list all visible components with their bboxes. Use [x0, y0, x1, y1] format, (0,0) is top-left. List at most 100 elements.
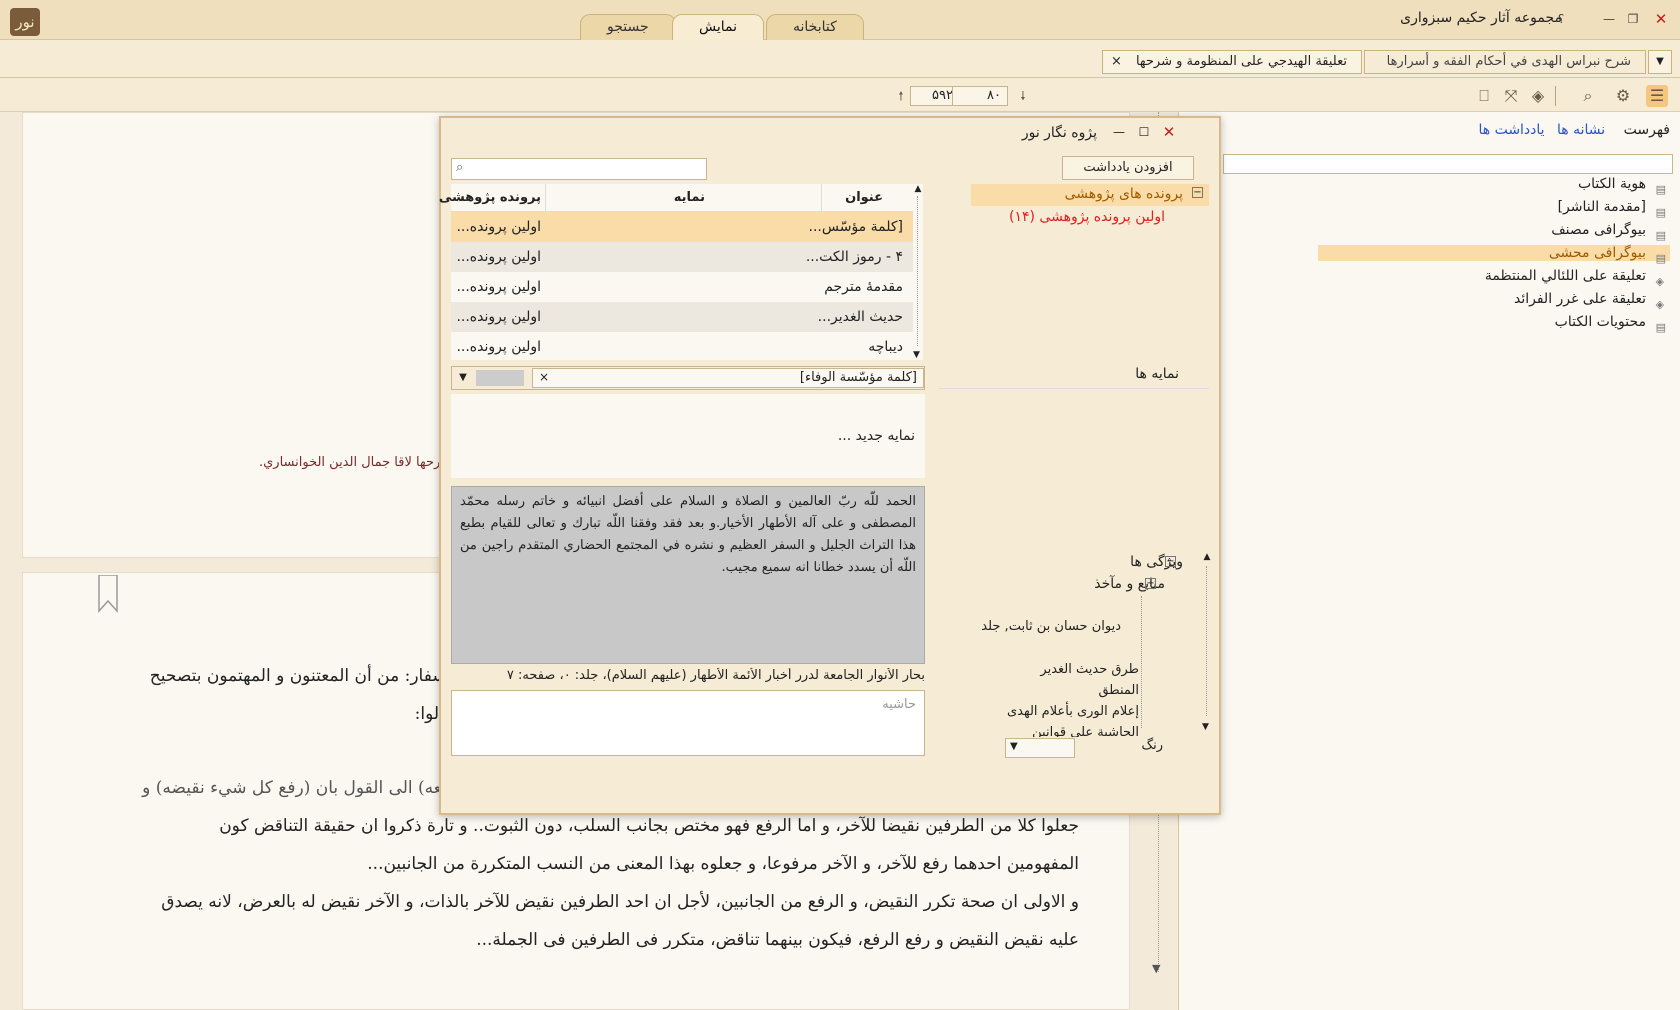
tab-library[interactable]: کتابخانه [766, 14, 864, 40]
scrollbar-track [917, 196, 918, 346]
table-row[interactable]: مقدمهٔ مترجم اولین پرونده... [451, 272, 913, 302]
toc-item-selected[interactable]: بیوگرافی محشی [1318, 245, 1670, 261]
layers-icon[interactable]: ◈ [1527, 85, 1549, 107]
row-title: [كلمة مؤسّس... [808, 219, 903, 235]
toc-search-input[interactable] [1223, 154, 1673, 174]
toc-item[interactable]: تعليقة على اللئالي المنتظمة [1485, 268, 1646, 284]
table-header: عنوان نمایه پرونده پژوهشی [439, 184, 913, 212]
nemayeh-area: نمایه جدید ... [451, 394, 925, 478]
tab-index[interactable]: فهرست [1624, 122, 1670, 138]
collapse-icon[interactable]: − [1192, 187, 1203, 198]
row-file: اولین پرونده... [456, 279, 541, 295]
source-item[interactable]: إعلام الورى بأعلام الهدى [1007, 704, 1139, 719]
color-select[interactable]: ▼ [1005, 738, 1075, 758]
footnote-input[interactable]: حاشیه [451, 690, 925, 756]
toc-item[interactable]: تعليقة على غرر الفرائد [1514, 291, 1646, 307]
research-dialog: ✕ ☐ — پژوه نگار نور ⌕ افزودن یادداشت عنو… [439, 116, 1221, 815]
table-row[interactable]: ديباچه اولین پرونده... [451, 332, 913, 360]
new-nemayeh-link[interactable]: نمایه جدید ... [838, 428, 915, 444]
tab-bookmarks[interactable]: نشانه ها [1557, 122, 1605, 138]
toolbar: 🠕 ۵۹۲ ۸۰ 🠗 ⎕ ⤧ ◈ ⌕ ⚙ ☰ [0, 78, 1680, 112]
minimize-button[interactable]: — [1600, 10, 1618, 28]
row-title: ۴ - رموز الكت... [805, 249, 903, 265]
page-up-icon[interactable]: 🠕 [890, 85, 912, 107]
research-files-root[interactable]: پرونده های پژوهشی − [971, 184, 1209, 206]
doc-tab-inactive[interactable]: شرح نبراس الهدى في أحكام الفقه و أسرارها [1364, 50, 1646, 74]
col-file[interactable]: پرونده پژوهشی [439, 184, 541, 212]
color-label: رنگ [1141, 738, 1163, 753]
document-tabs-bar: × تعليقة الهيدجي على المنظومة و شرحها شر… [0, 40, 1680, 78]
dropdown-icon[interactable]: ▼ [1010, 741, 1018, 752]
row-file: اولین پرونده... [456, 219, 541, 235]
scroll-up-icon[interactable]: ▲ [1201, 552, 1213, 562]
document-icon: ▤ [1655, 252, 1666, 265]
fullscreen-icon[interactable]: ⤧ [1500, 85, 1522, 107]
page-number-input[interactable]: ۸۰ [952, 86, 1008, 106]
source-reference: بحار الأنوار الجامعة لدرر أخبار الأئمة ا… [506, 668, 925, 683]
table-row[interactable]: حديث الغدير... اولین پرونده... [451, 302, 913, 332]
doc-tab-active[interactable]: × تعليقة الهيدجي على المنظومة و شرحها [1102, 50, 1362, 74]
dialog-search-input[interactable]: ⌕ [451, 158, 707, 180]
source-item[interactable]: طرق حديث الغدير [1040, 662, 1139, 677]
dialog-title: پژوه نگار نور [1021, 125, 1097, 141]
research-file-item[interactable]: اولین پرونده پژوهشی (۱۴) [1009, 209, 1165, 225]
source-item[interactable]: ديوان حسان بن ثابت, جلد [981, 619, 1121, 634]
col-title[interactable]: عنوان [845, 184, 883, 212]
paragraph-3-line-1: و الاولى ان صحة تكرر النقيض، و الرفع من … [161, 892, 1079, 912]
list-icon[interactable]: ☰ [1646, 85, 1668, 107]
source-item[interactable]: الحاشية على قوانين [949, 725, 1139, 737]
table-row[interactable]: [كلمة مؤسّس... اولین پرونده... [451, 212, 913, 242]
toc-item[interactable]: محتويات الكتاب [1555, 314, 1646, 330]
scroll-down-icon[interactable]: ▼ [1152, 962, 1160, 975]
toc-item-label: تعليقة على اللئالي المنتظمة [1484, 268, 1646, 284]
selected-note-bar: ▼ × [كلمة مؤسّسة الوفاء] [451, 366, 925, 390]
dialog-maximize-icon[interactable]: ☐ [1134, 122, 1154, 142]
collapse-icon[interactable]: − [1145, 578, 1156, 589]
search-icon[interactable]: ⌕ [1577, 85, 1599, 107]
color-swatch[interactable] [476, 370, 524, 386]
toc-item-label: تعليقة على غرر الفرائد [1513, 291, 1646, 307]
tab-view-label: نمایش [699, 19, 738, 35]
toc-item-label: هوية الكتاب [1577, 176, 1646, 192]
col-divider [821, 184, 822, 212]
notes-table: عنوان نمایه پرونده پژوهشی [كلمة مؤسّس...… [439, 184, 923, 360]
help-button[interactable]: ؟ [1552, 10, 1570, 28]
properties-scrollbar[interactable]: ▲ ▼ [1201, 552, 1213, 732]
doc-tabs-dropdown-icon[interactable]: ▼ [1648, 50, 1672, 74]
tab-view[interactable]: نمایش [672, 14, 765, 40]
panel-tabs: فهرست نشانه ها یادداشت ها [1478, 122, 1670, 138]
dialog-minimize-icon[interactable]: — [1109, 122, 1129, 142]
divider [939, 388, 1209, 389]
bookmark-ribbon-icon[interactable] [97, 574, 119, 613]
dialog-close-icon[interactable]: ✕ [1159, 122, 1179, 142]
gear-icon[interactable]: ⚙ [1612, 85, 1634, 107]
source-item[interactable]: المنطق [1098, 683, 1139, 698]
row-title: مقدمهٔ مترجم [824, 279, 903, 295]
table-row[interactable]: ۴ - رموز الكت... اولین پرونده... [451, 242, 913, 272]
page-down-icon[interactable]: 🠗 [1012, 85, 1034, 107]
table-scrollbar[interactable]: ▲ ▼ [913, 184, 923, 360]
nemayeh-label: نمایه ها [1135, 366, 1179, 382]
scroll-up-icon[interactable]: ▲ [913, 184, 923, 194]
note-text-area[interactable]: الحمد للّه ربّ العالمين و الصلاة و السلا… [451, 486, 925, 664]
clear-icon[interactable]: × [539, 370, 549, 384]
col-nemayeh[interactable]: نمایه [674, 184, 705, 212]
tab-search[interactable]: جستجو [580, 14, 676, 40]
scroll-down-icon[interactable]: ▼ [913, 350, 920, 360]
maximize-button[interactable]: ❐ [1624, 10, 1642, 28]
close-button[interactable]: ✕ [1652, 10, 1670, 28]
collapse-icon[interactable]: − [1165, 556, 1176, 567]
selected-note-field[interactable]: × [كلمة مؤسّسة الوفاء] [532, 368, 924, 388]
toc-item-label: محتويات الكتاب [1554, 314, 1646, 330]
tab-notes[interactable]: یادداشت ها [1478, 122, 1544, 138]
scroll-down-icon[interactable]: ▼ [1202, 722, 1209, 732]
toc-item[interactable]: بیوگرافی مصنف [1551, 222, 1646, 238]
toc-item[interactable]: [مقدمة الناشر] [1558, 199, 1646, 215]
doc-tab-close-icon[interactable]: × [1111, 51, 1122, 73]
app-title: مجموعه آثار حکیم سبزواری [1400, 10, 1562, 26]
add-note-button[interactable]: افزودن یادداشت [1062, 156, 1194, 180]
footnote-placeholder: حاشیه [882, 697, 916, 712]
bookmark-icon[interactable]: ⎕ [1473, 85, 1495, 107]
toc-item[interactable]: هوية الكتاب [1578, 176, 1646, 192]
dropdown-icon[interactable]: ▼ [452, 367, 474, 389]
